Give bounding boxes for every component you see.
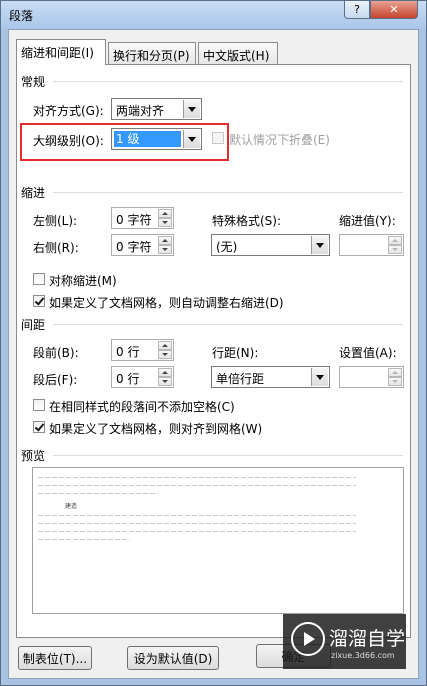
tab-line-page-breaks[interactable]: 换行和分页(P) bbox=[108, 42, 196, 64]
outline-level-label: 大纲级别(O): bbox=[33, 134, 104, 148]
spin-down-icon[interactable] bbox=[158, 377, 172, 386]
section-preview: 预览 bbox=[21, 449, 46, 463]
preview-line bbox=[38, 539, 130, 540]
spacing-after-spinner[interactable]: 0 行 bbox=[111, 366, 174, 388]
spacing-before-spinner[interactable]: 0 行 bbox=[111, 339, 174, 361]
tab-asian-typography[interactable]: 中文版式(H) bbox=[198, 42, 278, 64]
preview-line bbox=[38, 477, 356, 478]
spin-down-icon[interactable] bbox=[158, 245, 172, 254]
collapse-label: 默认情况下折叠(E) bbox=[229, 133, 330, 147]
snap-to-grid-checkbox[interactable] bbox=[33, 421, 45, 433]
tabs-button[interactable]: 制表位(T)... bbox=[18, 646, 92, 670]
special-indent-select[interactable]: (无) bbox=[211, 234, 330, 256]
indent-left-label: 左侧(L): bbox=[33, 214, 78, 228]
preview-line bbox=[38, 485, 356, 486]
preview-pane: 建造 bbox=[32, 467, 404, 614]
title-bar[interactable]: 段落 ? ✕ bbox=[1, 1, 426, 29]
collapse-checkbox[interactable] bbox=[212, 132, 224, 144]
spin-down-icon[interactable] bbox=[158, 218, 172, 227]
section-divider bbox=[53, 192, 403, 193]
spacing-at-label: 设置值(A): bbox=[339, 346, 397, 360]
mirror-indents-label: 对称缩进(M) bbox=[49, 274, 117, 288]
line-spacing-select[interactable]: 单倍行距 bbox=[211, 366, 330, 388]
section-divider bbox=[53, 455, 403, 456]
spin-up-icon[interactable] bbox=[158, 209, 172, 218]
spin-down-icon[interactable] bbox=[158, 350, 172, 359]
indent-by-spinner[interactable] bbox=[339, 234, 404, 256]
indent-left-value: 0 字符 bbox=[116, 213, 152, 227]
close-button[interactable]: ✕ bbox=[370, 1, 418, 19]
indent-right-value: 0 字符 bbox=[116, 240, 152, 254]
preview-line bbox=[38, 523, 356, 524]
spin-up-icon[interactable] bbox=[158, 236, 172, 245]
watermark-brand: 溜溜自学 bbox=[329, 628, 406, 650]
chevron-down-icon[interactable] bbox=[183, 100, 200, 118]
chevron-down-icon[interactable] bbox=[311, 236, 328, 254]
special-indent-label: 特殊格式(S): bbox=[212, 214, 282, 228]
spin-up-icon[interactable] bbox=[388, 236, 402, 245]
alignment-select[interactable]: 两端对齐 bbox=[111, 98, 202, 120]
preview-line bbox=[38, 493, 158, 494]
spacing-before-label: 段前(B): bbox=[33, 346, 79, 360]
auto-adjust-indent-checkbox[interactable] bbox=[33, 295, 45, 307]
play-icon bbox=[291, 622, 325, 656]
dialog-window: 段落 ? ✕ 缩进和间距(I) 换行和分页(P) 中文版式(H) 常规 对齐方式… bbox=[0, 0, 427, 686]
no-space-same-style-label: 在相同样式的段落间不添加空格(C) bbox=[49, 400, 235, 414]
section-divider bbox=[53, 81, 403, 82]
help-button[interactable]: ? bbox=[344, 1, 370, 19]
alignment-value: 两端对齐 bbox=[116, 104, 165, 118]
spin-down-icon[interactable] bbox=[388, 377, 402, 386]
spin-up-icon[interactable] bbox=[158, 368, 172, 377]
snap-to-grid-label: 如果定义了文档网格，则对齐到网格(W) bbox=[49, 422, 263, 436]
spin-up-icon[interactable] bbox=[388, 368, 402, 377]
section-divider bbox=[53, 324, 403, 325]
indent-left-spinner[interactable]: 0 字符 bbox=[111, 207, 174, 229]
special-indent-value: (无) bbox=[216, 240, 238, 254]
outline-level-value: 1 级 bbox=[114, 131, 181, 147]
section-general: 常规 bbox=[21, 75, 46, 89]
watermark-url: zixue.3d66.com bbox=[331, 651, 395, 660]
indent-right-spinner[interactable]: 0 字符 bbox=[111, 234, 174, 256]
line-spacing-label: 行距(N): bbox=[212, 346, 259, 360]
spacing-at-spinner[interactable] bbox=[339, 366, 404, 388]
tab-indents-spacing[interactable]: 缩进和间距(I) bbox=[16, 39, 106, 65]
chevron-down-icon[interactable] bbox=[183, 130, 200, 148]
indent-right-label: 右侧(R): bbox=[33, 241, 79, 255]
preview-line bbox=[38, 515, 356, 516]
spin-up-icon[interactable] bbox=[158, 341, 172, 350]
dialog-title: 段落 bbox=[9, 9, 34, 23]
preview-sample-text: 建造 bbox=[65, 503, 78, 510]
spacing-before-value: 0 行 bbox=[116, 345, 140, 359]
preview-line bbox=[38, 531, 356, 532]
spacing-after-value: 0 行 bbox=[116, 372, 140, 386]
no-space-same-style-checkbox[interactable] bbox=[33, 399, 45, 411]
indent-by-label: 缩进值(Y): bbox=[339, 214, 396, 228]
auto-adjust-indent-label: 如果定义了文档网格，则自动调整右缩进(D) bbox=[49, 296, 284, 310]
watermark-logo: 溜溜自学 zixue.3d66.com bbox=[283, 614, 406, 669]
alignment-label: 对齐方式(G): bbox=[33, 104, 104, 118]
section-spacing: 间距 bbox=[21, 318, 46, 332]
spacing-after-label: 段后(F): bbox=[33, 373, 78, 387]
close-icon: ✕ bbox=[389, 3, 399, 16]
help-icon: ? bbox=[354, 3, 360, 16]
line-spacing-value: 单倍行距 bbox=[216, 372, 265, 386]
chevron-down-icon[interactable] bbox=[311, 368, 328, 386]
mirror-indents-checkbox[interactable] bbox=[33, 273, 45, 285]
outline-level-select[interactable]: 1 级 bbox=[111, 128, 202, 150]
section-indentation: 缩进 bbox=[21, 186, 46, 200]
spin-down-icon[interactable] bbox=[388, 245, 402, 254]
set-default-button[interactable]: 设为默认值(D) bbox=[127, 646, 219, 670]
